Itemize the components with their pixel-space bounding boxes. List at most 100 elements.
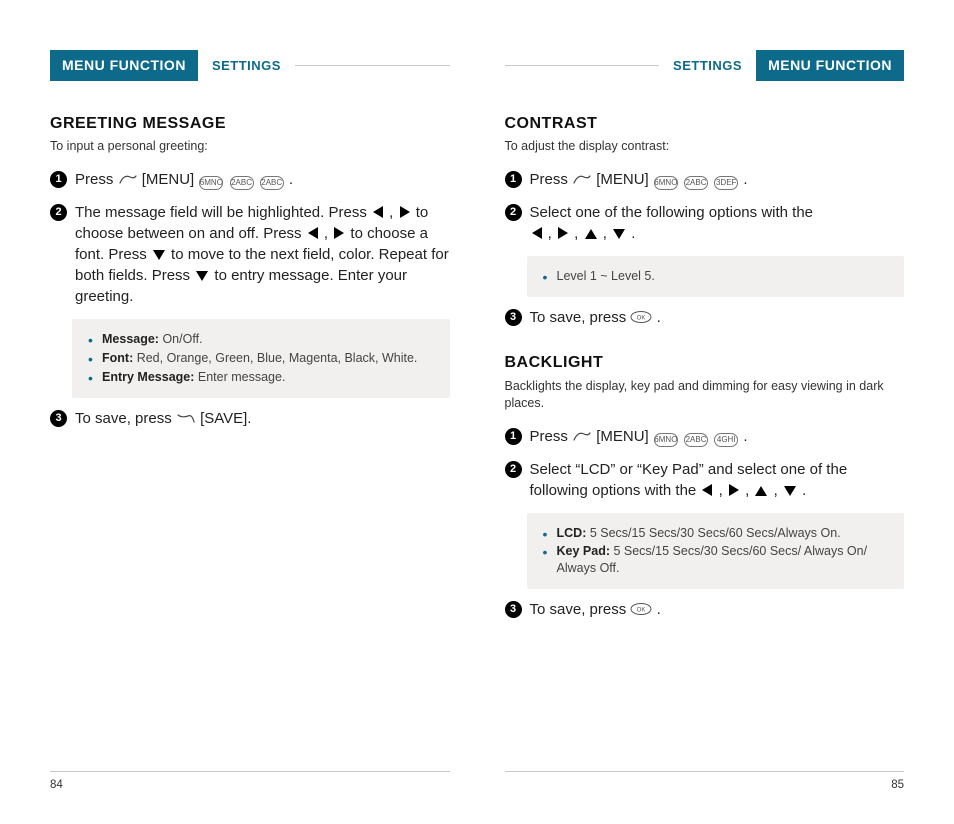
text: [MENU] — [596, 171, 653, 188]
text: [MENU] — [596, 428, 653, 445]
header-rule — [295, 65, 450, 66]
softkey-icon — [176, 411, 196, 425]
ok-key-icon: OK — [630, 310, 652, 324]
svg-text:OK: OK — [637, 608, 646, 614]
text: [MENU] — [142, 171, 199, 188]
text: Press — [75, 171, 118, 188]
step-badge: 1 — [50, 171, 67, 188]
arrow-left-icon — [373, 206, 383, 218]
arrow-left-icon — [702, 484, 712, 496]
header-rule — [505, 65, 660, 66]
text: To save, press — [530, 309, 631, 326]
keycap-icon: 2ABC — [684, 433, 708, 447]
arrow-right-icon — [400, 206, 410, 218]
header-sub-settings: SETTINGS — [198, 57, 295, 75]
bullet-text: Red, Orange, Green, Blue, Magenta, Black… — [133, 351, 417, 365]
bullet-text: Level 1 ~ Level 5. — [557, 269, 655, 283]
step-body: Select one of the following options with… — [530, 202, 814, 244]
bullet-label: LCD: — [557, 526, 587, 540]
step-1: 1 Press [MENU] 6MNO 2ABC 4GHI . — [505, 426, 905, 447]
arrow-up-icon — [585, 229, 597, 239]
text: . — [657, 601, 661, 618]
step-badge: 2 — [505, 204, 522, 221]
bullet-label: Entry Message: — [102, 370, 194, 384]
info-box: Level 1 ~ Level 5. — [527, 256, 905, 297]
page-spread: MENU FUNCTION SETTINGS GREETING MESSAGE … — [50, 50, 904, 794]
info-box: Message: On/Off. Font: Red, Orange, Gree… — [72, 319, 450, 398]
page-number: 85 — [505, 771, 905, 794]
step-badge: 1 — [505, 171, 522, 188]
list-item: Level 1 ~ Level 5. — [547, 268, 891, 285]
bullet-label: Key Pad: — [557, 544, 611, 558]
step-2: 2 Select one of the following options wi… — [505, 202, 905, 244]
step-1: 1 Press [MENU] 6MNO 2ABC 3DEF . — [505, 169, 905, 190]
arrow-down-icon — [196, 271, 208, 281]
section-title: BACKLIGHT — [505, 352, 905, 374]
arrow-right-icon — [558, 227, 568, 239]
step-badge: 3 — [505, 601, 522, 618]
section-title: GREETING MESSAGE — [50, 113, 450, 135]
section-title: CONTRAST — [505, 113, 905, 135]
step-body: To save, press OK . — [530, 599, 661, 620]
keycap-icon: 6MNO — [654, 176, 678, 190]
section-backlight: BACKLIGHT Backlights the display, key pa… — [505, 352, 905, 620]
list-item: LCD: 5 Secs/15 Secs/30 Secs/60 Secs/Alwa… — [547, 525, 891, 542]
step-badge: 3 — [505, 309, 522, 326]
text: To save, press — [75, 410, 176, 427]
text: To save, press — [530, 601, 631, 618]
keycap-icon: 6MNO — [199, 176, 223, 190]
step-3: 3 To save, press OK . — [505, 599, 905, 620]
text: The message field will be highlighted. P… — [75, 204, 371, 221]
keycap-icon: 4GHI — [714, 433, 738, 447]
step-body: To save, press [SAVE]. — [75, 408, 251, 429]
keycap-icon: 2ABC — [684, 176, 708, 190]
step-body: The message field will be highlighted. P… — [75, 202, 450, 307]
arrow-left-icon — [532, 227, 542, 239]
bullet-label: Font: — [102, 351, 133, 365]
text: . — [743, 171, 747, 188]
arrow-down-icon — [153, 250, 165, 260]
step-badge: 1 — [505, 428, 522, 445]
step-body: Select “LCD” or “Key Pad” and select one… — [530, 459, 905, 501]
header-right: SETTINGS MENU FUNCTION — [505, 50, 905, 81]
list-item: Key Pad: 5 Secs/15 Secs/30 Secs/60 Secs/… — [547, 543, 891, 577]
svg-text:OK: OK — [637, 316, 646, 322]
page-right: SETTINGS MENU FUNCTION CONTRAST To adjus… — [505, 50, 905, 794]
text: Select “LCD” or “Key Pad” and select one… — [530, 461, 848, 499]
section-intro: To input a personal greeting: — [50, 138, 450, 155]
step-3: 3 To save, press OK . — [505, 307, 905, 328]
bullet-text: Enter message. — [194, 370, 285, 384]
arrow-left-icon — [308, 227, 318, 239]
text: . — [743, 428, 747, 445]
page-number: 84 — [50, 771, 450, 794]
softkey-icon — [572, 429, 592, 443]
arrow-down-icon — [784, 486, 796, 496]
text: [SAVE]. — [200, 410, 251, 427]
softkey-icon — [118, 172, 138, 186]
step-body: Press [MENU] 6MNO 2ABC 2ABC . — [75, 169, 293, 190]
section-greeting-message: GREETING MESSAGE To input a personal gre… — [50, 113, 450, 429]
section-contrast: CONTRAST To adjust the display contrast:… — [505, 113, 905, 328]
step-badge: 3 — [50, 410, 67, 427]
step-body: Press [MENU] 6MNO 2ABC 4GHI . — [530, 426, 748, 447]
keycap-icon: 2ABC — [260, 176, 284, 190]
ok-key-icon: OK — [630, 602, 652, 616]
step-1: 1 Press [MENU] 6MNO 2ABC 2ABC . — [50, 169, 450, 190]
step-badge: 2 — [505, 461, 522, 478]
text: Press — [530, 428, 573, 445]
keycap-icon: 3DEF — [714, 176, 738, 190]
info-box: LCD: 5 Secs/15 Secs/30 Secs/60 Secs/Alwa… — [527, 513, 905, 590]
text: . — [657, 309, 661, 326]
header-tab-menu-function: MENU FUNCTION — [50, 50, 198, 81]
arrow-down-icon — [613, 229, 625, 239]
step-body: To save, press OK . — [530, 307, 661, 328]
text: . — [289, 171, 293, 188]
arrow-right-icon — [334, 227, 344, 239]
step-2: 2 Select “LCD” or “Key Pad” and select o… — [505, 459, 905, 501]
step-badge: 2 — [50, 204, 67, 221]
bullet-label: Message: — [102, 332, 159, 346]
step-3: 3 To save, press [SAVE]. — [50, 408, 450, 429]
softkey-icon — [572, 172, 592, 186]
header-tab-menu-function: MENU FUNCTION — [756, 50, 904, 81]
list-item: Font: Red, Orange, Green, Blue, Magenta,… — [92, 350, 436, 367]
